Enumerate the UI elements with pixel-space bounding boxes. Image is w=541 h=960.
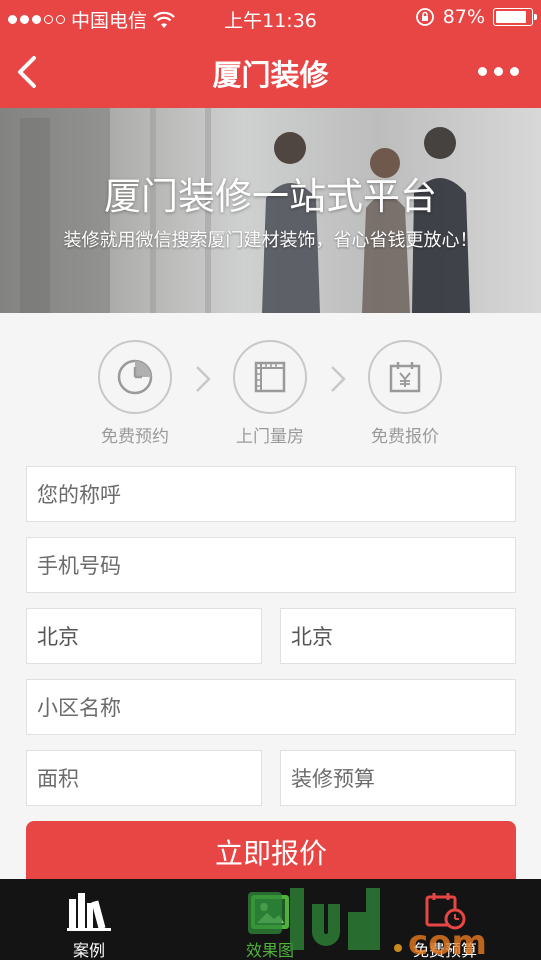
rotation-lock-icon <box>415 8 434 26</box>
books-icon <box>67 893 111 931</box>
step-circle <box>98 340 172 414</box>
budget-field[interactable]: 装修预算 <box>280 750 516 806</box>
province-select[interactable]: 北京 <box>26 608 262 664</box>
clock-icon <box>117 359 153 395</box>
tab-label: 效果图 <box>245 941 294 960</box>
budget-placeholder: 装修预算 <box>291 767 375 791</box>
step-circle <box>233 340 307 414</box>
price-calendar-icon <box>389 362 421 393</box>
calendar-clock-icon <box>425 893 466 930</box>
province-value: 北京 <box>37 625 79 649</box>
step-free-booking: 免费预约 <box>75 340 195 447</box>
banner-title: 厦门装修一站式平台 <box>104 175 437 218</box>
tab-free-budget[interactable]: 免费预算 <box>385 889 505 960</box>
city-select[interactable]: 北京 <box>280 608 516 664</box>
battery-percent: 87% <box>442 6 485 28</box>
ruler-icon <box>254 361 286 393</box>
status-right: 87% <box>415 6 537 28</box>
community-field[interactable]: 小区名称 <box>26 679 516 735</box>
more-dots-icon <box>478 67 487 76</box>
community-placeholder: 小区名称 <box>37 696 121 720</box>
banner-subtitle: 装修就用微信搜索厦门建材装饰，省心省钱更放心！ <box>63 230 478 251</box>
status-bar: 中国电信 上午11:36 87% <box>0 0 541 36</box>
city-value: 北京 <box>291 625 333 649</box>
phone-placeholder: 手机号码 <box>37 554 121 578</box>
page-title: 厦门装修 <box>212 58 329 92</box>
area-placeholder: 面积 <box>37 767 79 791</box>
step-free-quote: 免费报价 <box>345 340 465 447</box>
area-field[interactable]: 面积 <box>26 750 262 806</box>
nav-bar: 厦门装修 <box>0 36 541 108</box>
step-label: 上门量房 <box>236 427 304 447</box>
tab-renderings[interactable]: 效果图 <box>210 889 330 960</box>
step-circle <box>368 340 442 414</box>
name-placeholder: 您的称呼 <box>37 483 121 507</box>
tab-label: 免费预算 <box>412 941 477 960</box>
more-button[interactable] <box>478 67 519 76</box>
phone-field[interactable]: 手机号码 <box>26 537 516 593</box>
submit-quote-button[interactable]: 立即报价 <box>26 821 516 883</box>
name-field[interactable]: 您的称呼 <box>26 466 516 522</box>
bottom-tab-bar: 案例 效果图 免费预算 <box>0 879 541 960</box>
battery-fill <box>496 11 526 23</box>
hero-banner: 厦门装修一站式平台 装修就用微信搜索厦门建材装饰，省心省钱更放心！ <box>0 108 541 313</box>
step-measure: 上门量房 <box>210 340 330 447</box>
picture-icon <box>251 895 289 929</box>
step-label: 免费报价 <box>371 427 439 447</box>
step-label: 免费预约 <box>101 427 169 447</box>
tab-cases[interactable]: 案例 <box>29 889 149 960</box>
battery-icon <box>493 8 537 26</box>
process-steps: 免费预约 上门量房 免费报价 <box>0 313 541 453</box>
tab-label: 案例 <box>72 941 105 960</box>
